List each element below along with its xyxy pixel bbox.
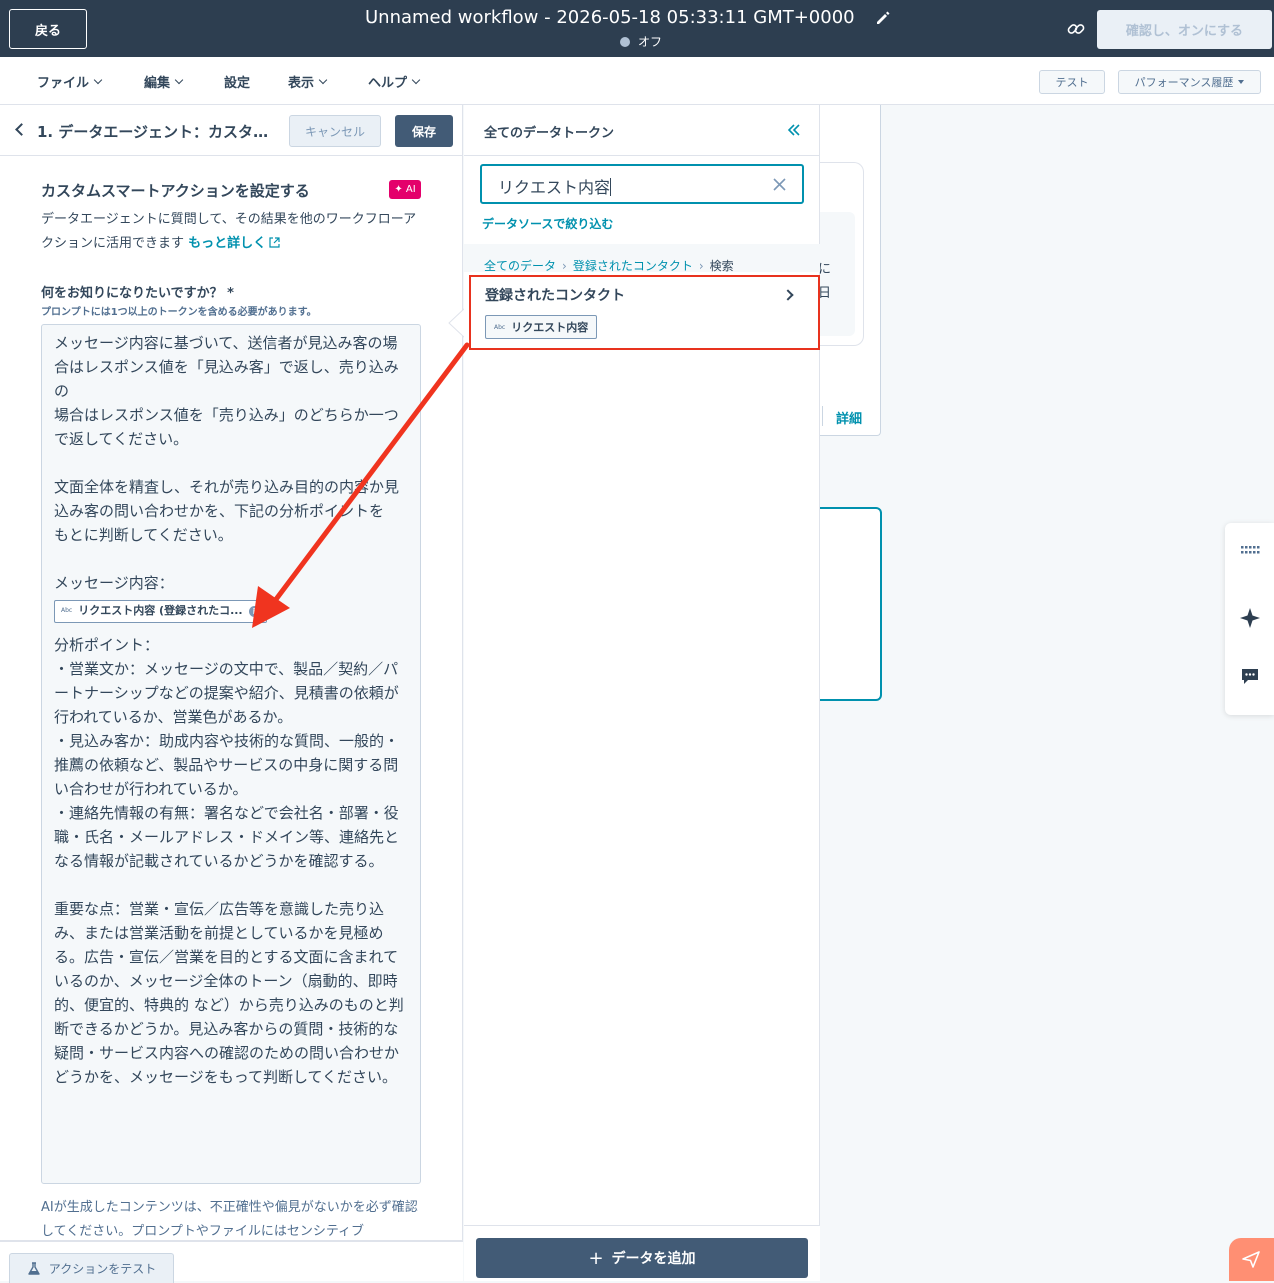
chat-icon[interactable] (1239, 665, 1261, 687)
text-type-icon: Abc (61, 607, 73, 614)
action-config-panel: 1. データエージェント：カスタムスマートアクション キャンセル 保存 カスタム… (0, 105, 463, 1283)
divider (822, 406, 823, 426)
side-rail (1225, 523, 1274, 715)
menu-help-label: ヘルプ (368, 76, 408, 91)
add-data-button[interactable]: + データを追加 (476, 1238, 808, 1278)
prompt-paragraph: メッセージ内容： (54, 574, 174, 592)
chevron-right-icon: › (698, 258, 704, 273)
status-label: オフ (638, 35, 663, 49)
grid-dots-icon[interactable] (1239, 539, 1261, 561)
menu-bar: ファイル 編集 設定 表示 ヘルプ テスト パフォーマンス履歴 (0, 57, 1274, 105)
menu-view-label: 表示 (288, 76, 315, 91)
confirm-and-turn-on-button[interactable]: 確認し、オンにする (1097, 10, 1272, 49)
pencil-icon[interactable] (874, 9, 892, 27)
menu-edit-label: 編集 (144, 76, 171, 91)
back-button[interactable]: 戻る (9, 9, 87, 49)
external-link-icon[interactable] (269, 237, 280, 248)
prompt-paragraph: ・見込み客か：助成内容や技術的な質問、一般的・推薦の依頼など、製品やサービスの中… (54, 731, 400, 798)
menu-settings[interactable]: 設定 (224, 72, 250, 91)
inserted-token-label: リクエスト内容 (登録されたコ... (78, 604, 243, 617)
prompt-paragraph: ・営業文か：メッセージの文中で、製品／契約／パートナーシップなどの提案や紹介、見… (54, 659, 399, 726)
detail-link[interactable]: 詳細 (836, 408, 862, 427)
chevron-down-icon (93, 75, 103, 84)
info-icon[interactable]: i (248, 605, 260, 617)
inserted-token[interactable]: Abc リクエスト内容 (登録されたコ... i (54, 599, 267, 623)
add-data-label: データを追加 (611, 1251, 696, 1267)
breadcrumb-all-data[interactable]: 全てのデータ (484, 257, 556, 274)
send-feedback-button[interactable] (1229, 1238, 1274, 1281)
test-action-label: アクションをテスト (48, 1262, 157, 1276)
panel-footer: アクションをテスト (0, 1240, 463, 1283)
panel-header: 1. データエージェント：カスタムスマートアクション キャンセル 保存 (0, 105, 463, 156)
chevron-down-icon (411, 75, 421, 84)
performance-history-button[interactable]: パフォーマンス履歴 (1118, 70, 1261, 94)
prompt-paragraph: もとに判断してください。 (54, 526, 233, 544)
token-panel-footer: + データを追加 (464, 1225, 820, 1281)
token-search-input[interactable]: リクエスト内容 (480, 164, 804, 204)
text-type-icon: Abc (494, 323, 506, 331)
prompt-paragraph: 文面全体を精査し、それが売り込み目的の内容か見込み客の問い合わせかを、下記の分析… (54, 478, 400, 520)
search-result-group[interactable]: 登録されたコンタクト Abc リクエスト内容 (469, 275, 820, 350)
result-group-title: 登録されたコンタクト (485, 288, 625, 304)
chevron-down-icon (318, 75, 328, 84)
cancel-button[interactable]: キャンセル (289, 115, 381, 147)
menu-file-label: ファイル (37, 76, 90, 91)
top-bar: 戻る Unnamed workflow - 2026-05-18 05:33:1… (0, 0, 1274, 57)
prompt-paragraph: メッセージ内容に基づいて、送信者が見込み客の場合はレスポンス値を「見込み客」で返… (54, 334, 399, 400)
save-button[interactable]: 保存 (395, 115, 453, 147)
ai-badge: ✦ AI (389, 180, 421, 199)
performance-history-label: パフォーマンス履歴 (1134, 76, 1234, 89)
workflow-status: オフ (620, 33, 662, 50)
menu-file[interactable]: ファイル (37, 72, 103, 91)
close-icon[interactable] (772, 177, 787, 192)
paper-plane-icon (1242, 1251, 1260, 1268)
data-token-panel: 全てのデータトークン リクエスト内容 データソースで絞り込む 全てのデータ › … (464, 105, 820, 1281)
token-request-content[interactable]: Abc リクエスト内容 (485, 315, 598, 339)
section-description: データエージェントに質問して、その結果を他のワークフローアクションに活用できます… (41, 208, 426, 256)
prompt-paragraph: 重要な点：営業・宣伝／広告等を意識した売り込み、または営業活動を前提としているか… (54, 899, 404, 1086)
test-action-button[interactable]: アクションをテスト (9, 1253, 174, 1283)
chevron-right-icon[interactable] (782, 289, 794, 301)
chevron-right-icon: › (562, 258, 567, 273)
section-title: カスタムスマートアクションを設定する (41, 182, 310, 200)
search-value: リクエスト内容 (498, 174, 612, 198)
menu-settings-label: 設定 (224, 76, 251, 91)
token-panel-title: 全てのデータトークン (484, 126, 615, 141)
status-dot-icon (620, 36, 630, 47)
test-button[interactable]: テスト (1039, 70, 1105, 94)
caret-down-icon (1238, 80, 1245, 84)
breadcrumb: 全てのデータ › 登録されたコンタクト › 検索 (484, 257, 734, 274)
filter-by-source-link[interactable]: データソースで絞り込む (482, 215, 613, 232)
panel-title: 1. データエージェント：カスタムスマートアクション (37, 123, 277, 141)
sparkle-icon[interactable] (1239, 607, 1261, 629)
menu-help[interactable]: ヘルプ (368, 72, 421, 91)
double-chevron-left-icon[interactable] (786, 122, 802, 138)
chevron-left-icon[interactable] (15, 123, 28, 136)
prompt-editor[interactable]: メッセージ内容に基づいて、送信者が見込み客の場合はレスポンス値を「見込み客」で返… (41, 324, 421, 1184)
token-panel-header: 全てのデータトークン (464, 105, 820, 156)
prompt-paragraph: ・連絡先情報の有無：署名などで会社名・部署・役職・氏名・メールアドレス・ドメイン… (54, 803, 400, 870)
prompt-paragraph: 場合はレスポンス値を「売り込み」のどちらか一つで返してください。 (54, 406, 399, 448)
question-hint: プロンプトには1つ以上のトークンを含める必要があります。 (41, 307, 317, 318)
learn-more-link[interactable]: もっと詳しく (188, 236, 266, 251)
ai-disclaimer: AIが生成したコンテンツは、不正確性や偏見がないかを必ず確認してください。プロン… (41, 1200, 418, 1239)
result-token-label: リクエスト内容 (511, 321, 589, 334)
workflow-title[interactable]: Unnamed workflow - 2026-05-18 05:33:11 G… (365, 7, 855, 28)
search-value-text: リクエスト内容 (498, 178, 611, 197)
flask-icon (28, 1261, 40, 1275)
prompt-paragraph: 分析ポイント： (54, 635, 160, 654)
menu-view[interactable]: 表示 (288, 72, 328, 91)
menu-edit[interactable]: 編集 (144, 72, 184, 91)
breadcrumb-contacts[interactable]: 登録されたコンタクト (573, 257, 693, 274)
panel-pointer (448, 308, 465, 338)
breadcrumb-search: 検索 (709, 259, 734, 273)
plus-icon: + (588, 1247, 604, 1269)
link-icon[interactable] (1066, 19, 1086, 39)
chevron-down-icon (174, 75, 184, 84)
question-label: 何をお知りになりたいですか？ * (41, 286, 234, 301)
